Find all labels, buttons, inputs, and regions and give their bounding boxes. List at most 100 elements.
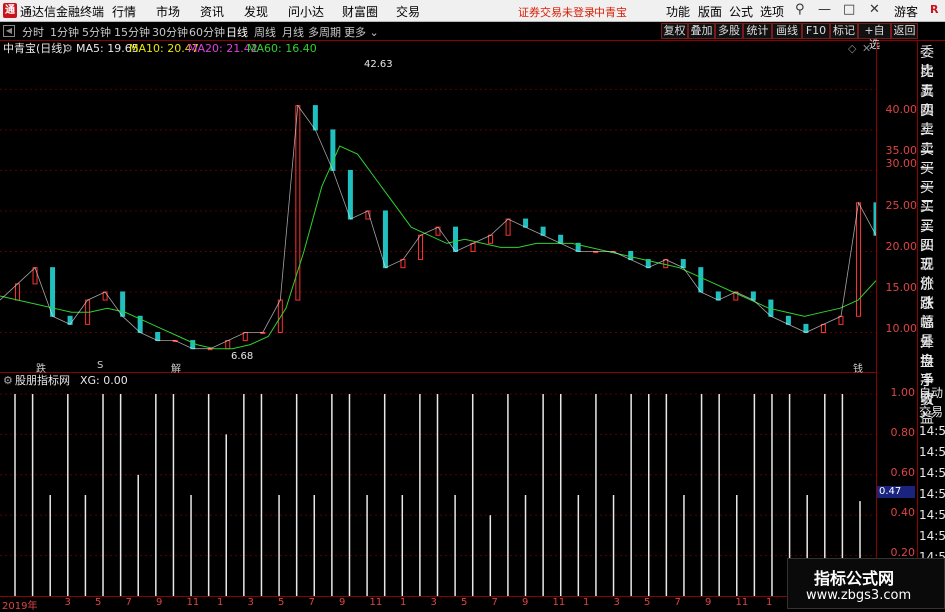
period-15min[interactable]: 15分钟 <box>114 24 150 40</box>
candle <box>102 291 108 301</box>
menu-xuanxiang[interactable]: 选项 <box>760 3 784 20</box>
diejia-button[interactable]: 叠加 <box>688 23 715 39</box>
guest-label[interactable]: 游客 <box>894 3 918 20</box>
chevron-down-icon: ⌄ <box>369 26 379 39</box>
x-tick-10: 9 <box>339 597 346 608</box>
headset-icon[interactable]: ⚲ <box>795 2 805 17</box>
period-multi[interactable]: 多周期 <box>308 24 341 40</box>
title-bar: 通 通达信金融终端 行情 市场 资讯 发现 问小达 财富圈 交易 证券交易未登录… <box>0 0 945 22</box>
indicator-chart-panel[interactable] <box>0 388 876 596</box>
time-axis: 2019年357911135791113579111357911135 <box>0 596 876 612</box>
maximize-icon[interactable]: □ <box>843 2 855 17</box>
ind-tick-040: 0.40 <box>890 506 916 519</box>
candle <box>680 259 686 269</box>
sidebar-jiaoyi[interactable]: 交易 <box>919 403 943 420</box>
period-1min[interactable]: 1分钟 <box>50 24 79 40</box>
candle <box>820 323 826 333</box>
watermark-url: www.zbgs3.com <box>806 588 912 603</box>
chart-title: 中青宝(日线) <box>3 42 67 55</box>
x-tick-7: 3 <box>247 597 254 608</box>
candle <box>715 291 721 301</box>
candle <box>417 234 423 261</box>
x-tick-9: 7 <box>308 597 315 608</box>
trade-login-notice[interactable]: 证券交易未登录 <box>518 4 595 20</box>
panel-toggle-icon[interactable]: ◀ <box>3 25 15 37</box>
menu-item-zixun[interactable]: 资讯 <box>200 3 224 20</box>
candle <box>435 226 441 236</box>
candle <box>347 169 353 220</box>
minimize-icon[interactable]: — <box>818 2 831 17</box>
fuquan-button[interactable]: 复权 <box>661 23 688 39</box>
period-more[interactable]: 更多 ⌄ <box>344 24 379 40</box>
candle <box>488 234 494 244</box>
biaoji-button[interactable]: 标记 <box>830 23 858 39</box>
menu-banmian[interactable]: 版面 <box>698 3 722 20</box>
close-icon[interactable]: ✕ <box>869 2 880 17</box>
candle <box>67 315 73 325</box>
ma-info-bar: 中青宝(日线) ⚙ MA5: 19.65 MA10: 20.47 MA20: 2… <box>0 41 871 57</box>
period-60min[interactable]: 60分钟 <box>189 24 225 40</box>
close-panel-icon[interactable]: ✕ <box>862 41 871 57</box>
candle <box>628 250 634 261</box>
menu-item-caifuquan[interactable]: 财富圈 <box>342 3 378 20</box>
period-fenshi[interactable]: 分时 <box>22 24 44 40</box>
candle <box>505 218 511 236</box>
x-tick-18: 1 <box>583 597 590 608</box>
signal-die: 跌 <box>36 364 46 375</box>
candle <box>698 267 704 293</box>
candle <box>785 315 791 325</box>
ind-tick-080: 0.80 <box>890 426 916 439</box>
x-tick-21: 7 <box>674 597 681 608</box>
indicator-name: 股朋指标网 <box>15 374 70 387</box>
settings-gear-icon[interactable]: ⚙ <box>63 41 73 57</box>
x-tick-13: 3 <box>430 597 437 608</box>
menu-gongneng[interactable]: 功能 <box>666 3 690 20</box>
f10-button[interactable]: F10 <box>802 23 830 39</box>
price-chart-panel[interactable]: 42.63 6.68 <box>0 57 879 373</box>
time-item-0: 14:56 <box>919 424 945 438</box>
ind-tick-100: 1.00 <box>890 386 916 399</box>
price-chart-svg[interactable] <box>0 57 879 373</box>
tongji-button[interactable]: 统计 <box>743 23 772 39</box>
indicator-chart-svg[interactable] <box>0 388 876 596</box>
low-price-label: 6.68 <box>231 351 254 362</box>
x-tick-17: 11 <box>552 597 566 608</box>
price-tick-15: 15.00 <box>885 281 918 294</box>
price-tick-35: 35.00 <box>885 144 918 157</box>
menu-gongshi[interactable]: 公式 <box>729 3 753 20</box>
indicator-gear-icon[interactable]: ⚙ <box>3 374 13 388</box>
diamond-icon[interactable]: ◇ <box>848 41 856 57</box>
menu-item-jiaoyi[interactable]: 交易 <box>396 3 420 20</box>
menu-item-shichang[interactable]: 市场 <box>156 3 180 20</box>
period-weekly[interactable]: 周线 <box>254 24 276 40</box>
brand-mark: R <box>930 3 939 16</box>
menu-item-faxian[interactable]: 发现 <box>244 3 268 20</box>
sidebar-zidong[interactable]: 自动 <box>919 384 943 401</box>
notice-stock[interactable]: 中青宝 <box>594 4 627 20</box>
period-monthly[interactable]: 月线 <box>282 24 304 40</box>
period-30min[interactable]: 30分钟 <box>152 24 188 40</box>
period-daily[interactable]: 日线 <box>226 24 248 40</box>
x-tick-20: 5 <box>644 597 651 608</box>
candle <box>50 267 56 317</box>
duogu-button[interactable]: 多股 <box>715 23 743 39</box>
x-tick-2: 5 <box>95 597 102 608</box>
candle <box>453 226 459 252</box>
period-5min[interactable]: 5分钟 <box>82 24 111 40</box>
candle <box>663 259 669 269</box>
high-price-label: 42.63 <box>364 59 393 70</box>
menu-item-hangqing[interactable]: 行情 <box>112 3 136 20</box>
x-tick-22: 9 <box>705 597 712 608</box>
watermark-box: 指标公式网 www.zbgs3.com <box>787 558 945 609</box>
candles <box>15 105 879 351</box>
x-tick-11: 11 <box>369 597 383 608</box>
watermark-title: 指标公式网 <box>814 569 895 588</box>
add-watchlist-button[interactable]: +自选 <box>858 23 891 51</box>
menu-item-wenxiaoda[interactable]: 问小达 <box>288 3 324 20</box>
price-tick-30: 30.00 <box>885 157 918 170</box>
back-button[interactable]: 返回 <box>891 23 918 39</box>
candle <box>382 210 388 269</box>
huaxian-button[interactable]: 画线 <box>772 23 802 39</box>
candle <box>558 234 564 244</box>
period-more-label: 更多 <box>344 26 366 39</box>
